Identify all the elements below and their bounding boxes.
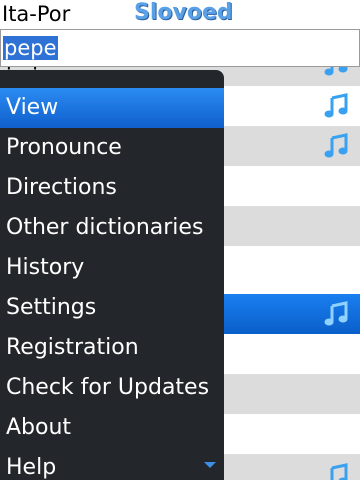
screen: Ita-Por Slovoed pepe pepito [0, 0, 360, 480]
menu-item-label: Registration [6, 335, 139, 360]
app-title: Slovoed [134, 0, 233, 25]
music-note-icon[interactable] [322, 300, 350, 328]
music-note-icon[interactable] [322, 132, 350, 160]
menu-item-pronounce[interactable]: Pronounce [0, 128, 224, 168]
menu-item-label: Settings [6, 295, 97, 320]
search-input-value: pepe [3, 36, 58, 60]
menu-item-label: Directions [6, 175, 117, 200]
menu-item-label: Pronounce [6, 135, 122, 160]
language-pair-label[interactable]: Ita-Por [2, 2, 70, 26]
menu-item-label: Check for Updates [6, 375, 210, 400]
menu-item-label: About [6, 415, 72, 440]
menu-item-check-for-updates[interactable]: Check for Updates [0, 368, 224, 408]
context-menu: View Pronounce Directions Other dictiona… [0, 70, 224, 480]
menu-item-directions[interactable]: Directions [0, 168, 224, 208]
menu-item-label: History [6, 255, 85, 280]
header: Ita-Por Slovoed [0, 0, 360, 28]
menu-item-other-dictionaries[interactable]: Other dictionaries [0, 208, 224, 248]
search-input[interactable]: pepe [0, 29, 360, 67]
menu-item-view[interactable]: View [0, 88, 224, 128]
menu-item-label: View [6, 95, 59, 120]
menu-item-registration[interactable]: Registration [0, 328, 224, 368]
menu-item-label: Other dictionaries [6, 215, 204, 240]
menu-item-about[interactable]: About [0, 408, 224, 448]
chevron-down-icon[interactable] [204, 462, 216, 468]
menu-item-history[interactable]: History [0, 248, 224, 288]
menu-item-help[interactable]: Help [0, 448, 224, 480]
menu-item-label: Help [6, 455, 57, 480]
menu-item-settings[interactable]: Settings [0, 288, 224, 328]
music-note-icon[interactable] [322, 92, 350, 120]
music-note-icon[interactable] [322, 462, 350, 480]
